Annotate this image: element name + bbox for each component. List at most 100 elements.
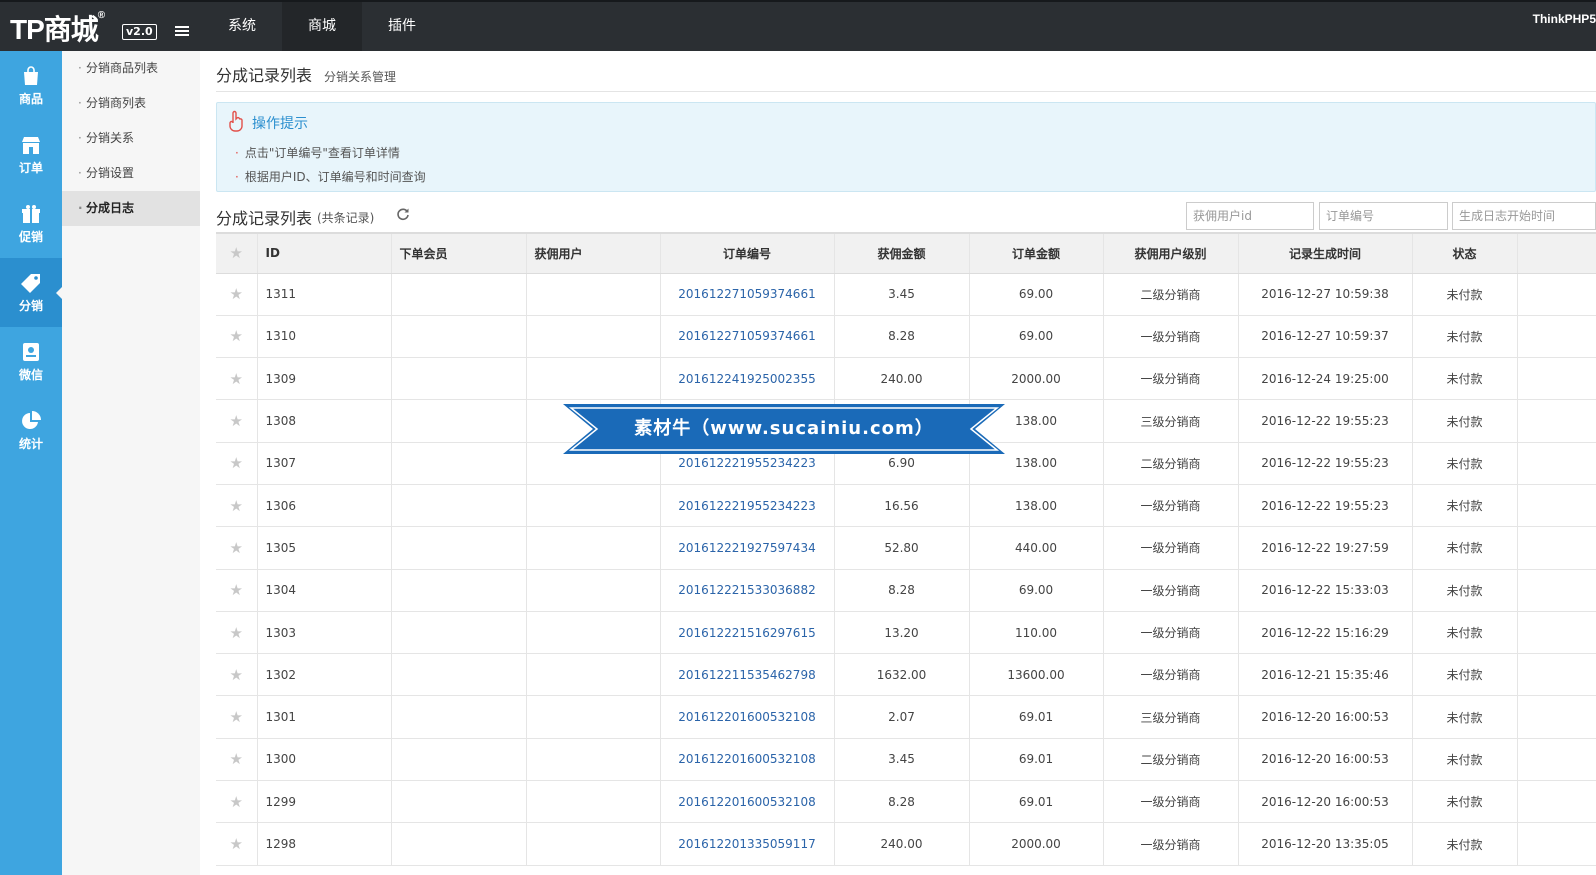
cell-order-sn[interactable]: 201612221533036882 <box>660 569 835 612</box>
table-row[interactable]: ★ 1301 201612201600532108 2.07 69.01 三级分销商 201… <box>216 695 1596 739</box>
star-icon[interactable]: ★ <box>230 581 243 599</box>
sidebar-item-stats[interactable]: 统计 <box>0 396 62 465</box>
tab-plugins[interactable]: 插件 <box>362 2 442 51</box>
logo[interactable]: TP商城® <box>10 8 105 48</box>
cell-buyer <box>391 780 527 824</box>
cell-order-sn[interactable]: 201612211535462798 <box>660 653 835 697</box>
sidebar-item-goods[interactable]: 商品 <box>0 51 62 120</box>
cell-level: 一级分销商 <box>1103 569 1239 612</box>
submenu-item-commission-log[interactable]: · 分成日志 <box>62 191 200 226</box>
cell-buyer <box>391 526 527 570</box>
column-header[interactable]: 获佣用户级别 <box>1103 232 1239 274</box>
star-icon[interactable]: ★ <box>230 244 243 262</box>
menu-toggle-icon[interactable] <box>175 26 189 38</box>
cell-status: 未付款 <box>1412 611 1518 655</box>
table-row[interactable]: ★ 1304 201612221533036882 8.28 69.00 一级分销商 201… <box>216 569 1596 612</box>
table-row[interactable]: ★ 1302 201612211535462798 1632.00 13600.00 一级… <box>216 653 1596 697</box>
cell-earner <box>526 780 661 824</box>
start-time-filter-input[interactable]: 生成日志开始时间 <box>1452 202 1596 230</box>
column-header[interactable]: 记录生成时间 <box>1238 232 1413 274</box>
column-header[interactable]: 下单会员 <box>391 232 527 274</box>
cell-time: 2016-12-20 16:00:53 <box>1238 738 1413 782</box>
submenu-item-relations[interactable]: · 分销关系 <box>62 121 200 156</box>
cell-order-sn[interactable]: 201612221516297615 <box>660 611 835 655</box>
cell-time: 2016-12-22 19:55:23 <box>1238 399 1413 443</box>
table-row[interactable]: ★ 1300 201612201600532108 3.45 69.01 二级分销商 201… <box>216 738 1596 782</box>
cell-time: 2016-12-21 15:35:46 <box>1238 653 1413 697</box>
cell-buyer <box>391 738 527 782</box>
cell-time: 2016-12-20 16:00:53 <box>1238 695 1413 739</box>
cell-order-sn[interactable]: 201612201600532108 <box>660 780 835 824</box>
user-id-filter-input[interactable]: 获佣用户id <box>1186 202 1314 230</box>
tab-mall[interactable]: 商城 <box>282 2 362 51</box>
cell-status: 未付款 <box>1412 357 1518 401</box>
row-star-cell: ★ <box>216 695 258 739</box>
column-header[interactable]: 获佣金额 <box>834 232 970 274</box>
table-row[interactable]: ★ 1305 201612221927597434 52.80 440.00 一级分销商 2… <box>216 526 1596 570</box>
shopping-bag-icon <box>24 65 38 85</box>
cell-empty <box>1517 738 1596 782</box>
sidebar-item-wechat[interactable]: 微信 <box>0 327 62 396</box>
cell-id: 1305 <box>257 526 392 570</box>
page-subtitle: 分销关系管理 <box>324 70 397 84</box>
cell-order-sn[interactable]: 201612201335059117 <box>660 822 835 866</box>
star-icon[interactable]: ★ <box>230 412 243 430</box>
column-header[interactable]: 获佣用户 <box>526 232 661 274</box>
table-row[interactable]: ★ 1303 201612221516297615 13.20 110.00 一级分销商 2… <box>216 611 1596 655</box>
cell-order-sn[interactable]: 201612271059374661 <box>660 315 835 359</box>
star-icon[interactable]: ★ <box>230 793 243 811</box>
submenu-item-distributors[interactable]: · 分销商列表 <box>62 86 200 121</box>
star-icon[interactable]: ★ <box>230 454 243 472</box>
star-icon[interactable]: ★ <box>230 624 243 642</box>
star-icon[interactable]: ★ <box>230 285 243 303</box>
submenu-item-settings[interactable]: · 分销设置 <box>62 156 200 191</box>
table-row[interactable]: ★ 1311 201612271059374661 3.45 69.00 二级分销商 201… <box>216 273 1596 316</box>
cell-level: 一级分销商 <box>1103 315 1239 359</box>
sidebar-item-distribution[interactable]: 分销 <box>0 258 62 327</box>
cell-commission: 1632.00 <box>834 653 970 697</box>
star-icon[interactable]: ★ <box>230 835 243 853</box>
list-header: 分成记录列表 (共条记录) 获佣用户id 订单编号 生成日志开始时间 <box>216 202 1596 232</box>
table-row[interactable]: ★ 1298 201612201335059117 240.00 2000.00 一级分销… <box>216 822 1596 866</box>
sidebar-item-label: 分销 <box>18 298 43 313</box>
cell-empty <box>1517 569 1596 612</box>
cell-order-sn[interactable]: 201612241925002355 <box>660 357 835 401</box>
submenu-item-distribution-goods[interactable]: · 分销商品列表 <box>62 51 200 86</box>
star-icon[interactable]: ★ <box>230 708 243 726</box>
order-sn-filter-input[interactable]: 订单编号 <box>1319 202 1448 230</box>
cell-time: 2016-12-20 13:35:05 <box>1238 822 1413 866</box>
star-icon[interactable]: ★ <box>230 750 243 768</box>
tab-system[interactable]: 系统 <box>202 2 282 51</box>
framework-label: ThinkPHP5 <box>1532 12 1596 26</box>
cell-order-sn[interactable]: 201612271059374661 <box>660 273 835 316</box>
cell-order-sn[interactable]: 201612221955234223 <box>660 484 835 528</box>
tips-list: · 点击"订单编号"查看订单详情 · 根据用户ID、订单编号和时间查询 <box>235 141 426 189</box>
sidebar-item-promotion[interactable]: 促销 <box>0 189 62 258</box>
star-icon[interactable]: ★ <box>230 497 243 515</box>
cell-time: 2016-12-22 19:55:23 <box>1238 484 1413 528</box>
row-star-cell: ★ <box>216 526 258 570</box>
column-header[interactable]: 订单编号 <box>660 232 835 274</box>
star-icon[interactable]: ★ <box>230 666 243 684</box>
refresh-icon[interactable] <box>396 207 410 221</box>
table-row[interactable]: ★ 1299 201612201600532108 8.28 69.01 一级分销商 201… <box>216 780 1596 824</box>
table-header-row: ★ ID 下单会员 获佣用户 订单编号 获佣金额 订单金额 获佣用户级别 记录生… <box>216 232 1596 274</box>
list-title: 分成记录列表 <box>216 209 313 228</box>
table-row[interactable]: ★ 1310 201612271059374661 8.28 69.00 一级分销商 201… <box>216 315 1596 359</box>
top-bar: TP商城® v2.0 系统 商城 插件 ThinkPHP5 <box>0 0 1596 51</box>
cell-id: 1300 <box>257 738 392 782</box>
cell-level: 一级分销商 <box>1103 611 1239 655</box>
column-header[interactable]: ID <box>257 232 392 274</box>
sidebar-item-orders[interactable]: 订单 <box>0 120 62 189</box>
table-row[interactable]: ★ 1306 201612221955234223 16.56 138.00 一级分销商 2… <box>216 484 1596 528</box>
column-header[interactable]: 订单金额 <box>969 232 1104 274</box>
star-icon[interactable]: ★ <box>230 539 243 557</box>
star-icon[interactable]: ★ <box>230 327 243 345</box>
table-row[interactable]: ★ 1309 201612241925002355 240.00 2000.00 一级分销… <box>216 357 1596 401</box>
star-icon[interactable]: ★ <box>230 370 243 388</box>
column-header[interactable]: 状态 <box>1412 232 1518 274</box>
cell-order-sn[interactable]: 201612201600532108 <box>660 738 835 782</box>
cell-buyer <box>391 484 527 528</box>
cell-order-sn[interactable]: 201612201600532108 <box>660 695 835 739</box>
cell-order-sn[interactable]: 201612221927597434 <box>660 526 835 570</box>
